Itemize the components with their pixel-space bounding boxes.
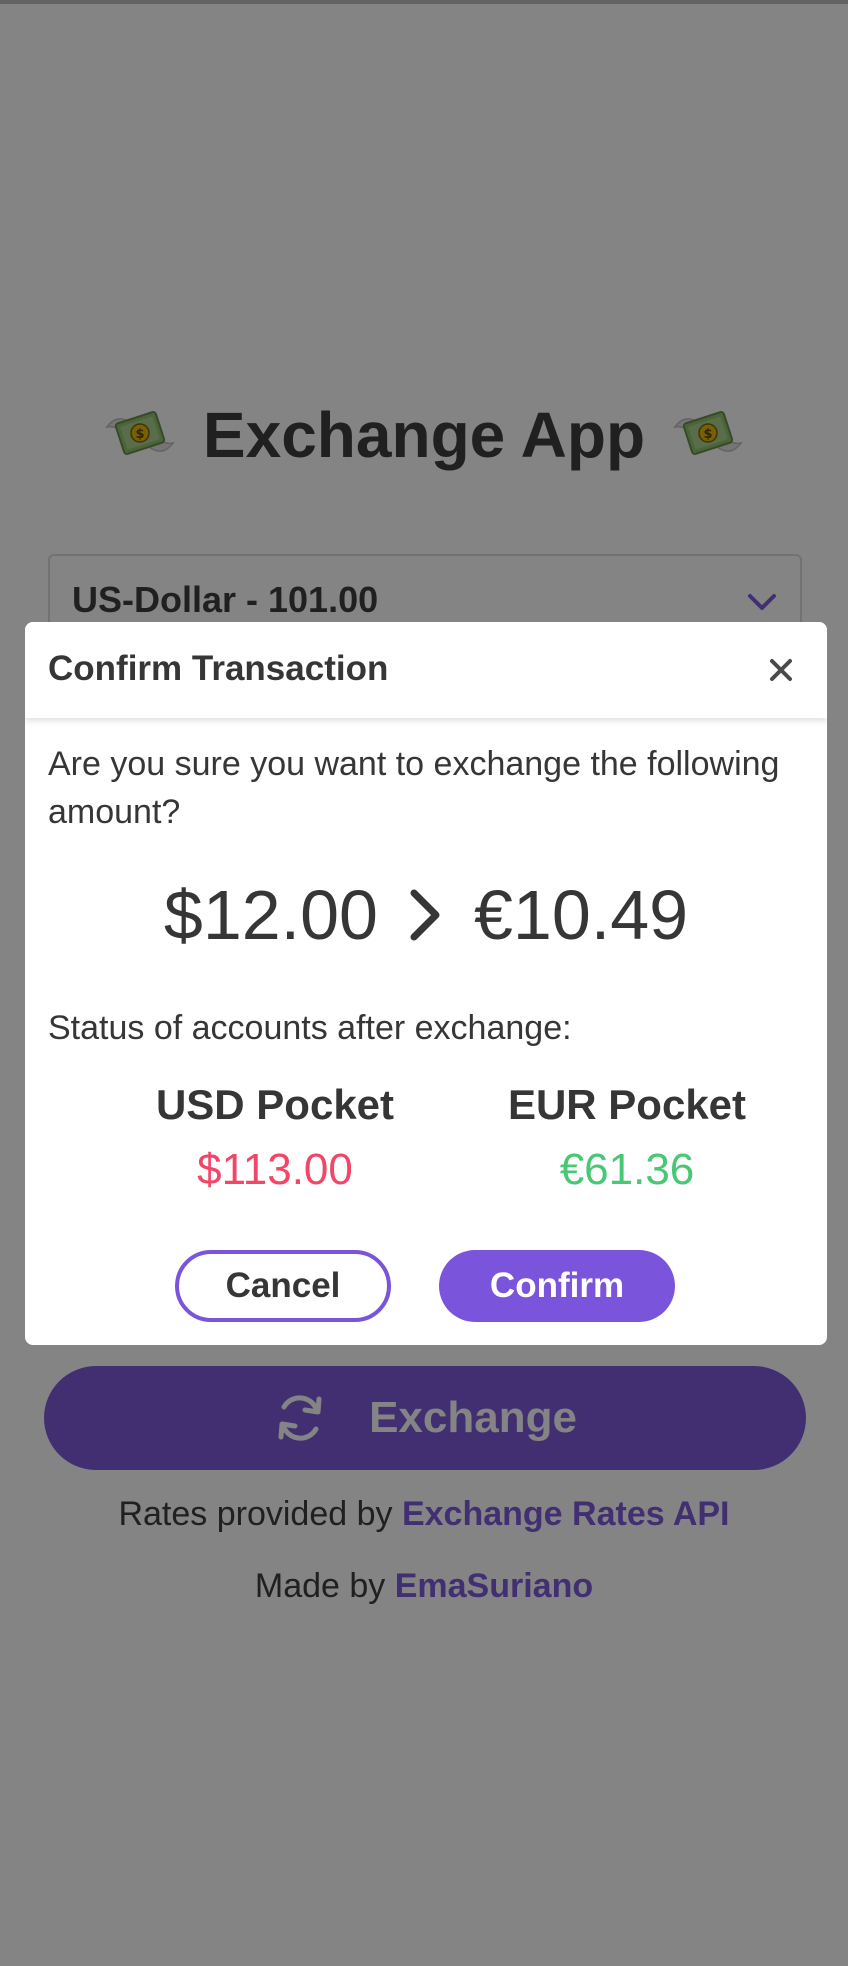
usd-pocket: USD Pocket $113.00 bbox=[125, 1078, 425, 1200]
usd-pocket-value: $113.00 bbox=[197, 1145, 353, 1194]
chevron-right-icon bbox=[410, 889, 440, 941]
status-label: Status of accounts after exchange: bbox=[48, 1009, 572, 1047]
eur-pocket-name: EUR Pocket bbox=[507, 1081, 747, 1128]
eur-pocket: EUR Pocket €61.36 bbox=[477, 1078, 777, 1200]
amount-summary: $12.00 €10.49 bbox=[25, 870, 827, 960]
to-amount: €10.49 bbox=[474, 876, 689, 954]
modal-header: Confirm Transaction bbox=[25, 622, 827, 718]
confirm-transaction-modal: Confirm Transaction Are you sure you wan… bbox=[25, 622, 827, 1345]
close-icon[interactable] bbox=[765, 654, 797, 686]
usd-pocket-name: USD Pocket bbox=[155, 1081, 395, 1128]
app-page: $ Exchange App $ US-Dollar - 101.00 Exch… bbox=[0, 0, 848, 1966]
eur-pocket-value: €61.36 bbox=[559, 1145, 695, 1194]
confirm-button[interactable]: Confirm bbox=[439, 1250, 675, 1322]
from-amount: $12.00 bbox=[163, 876, 378, 954]
modal-title: Confirm Transaction bbox=[48, 649, 389, 688]
cancel-button[interactable]: Cancel bbox=[175, 1250, 391, 1322]
confirm-question: Are you sure you want to exchange the fo… bbox=[48, 745, 780, 831]
